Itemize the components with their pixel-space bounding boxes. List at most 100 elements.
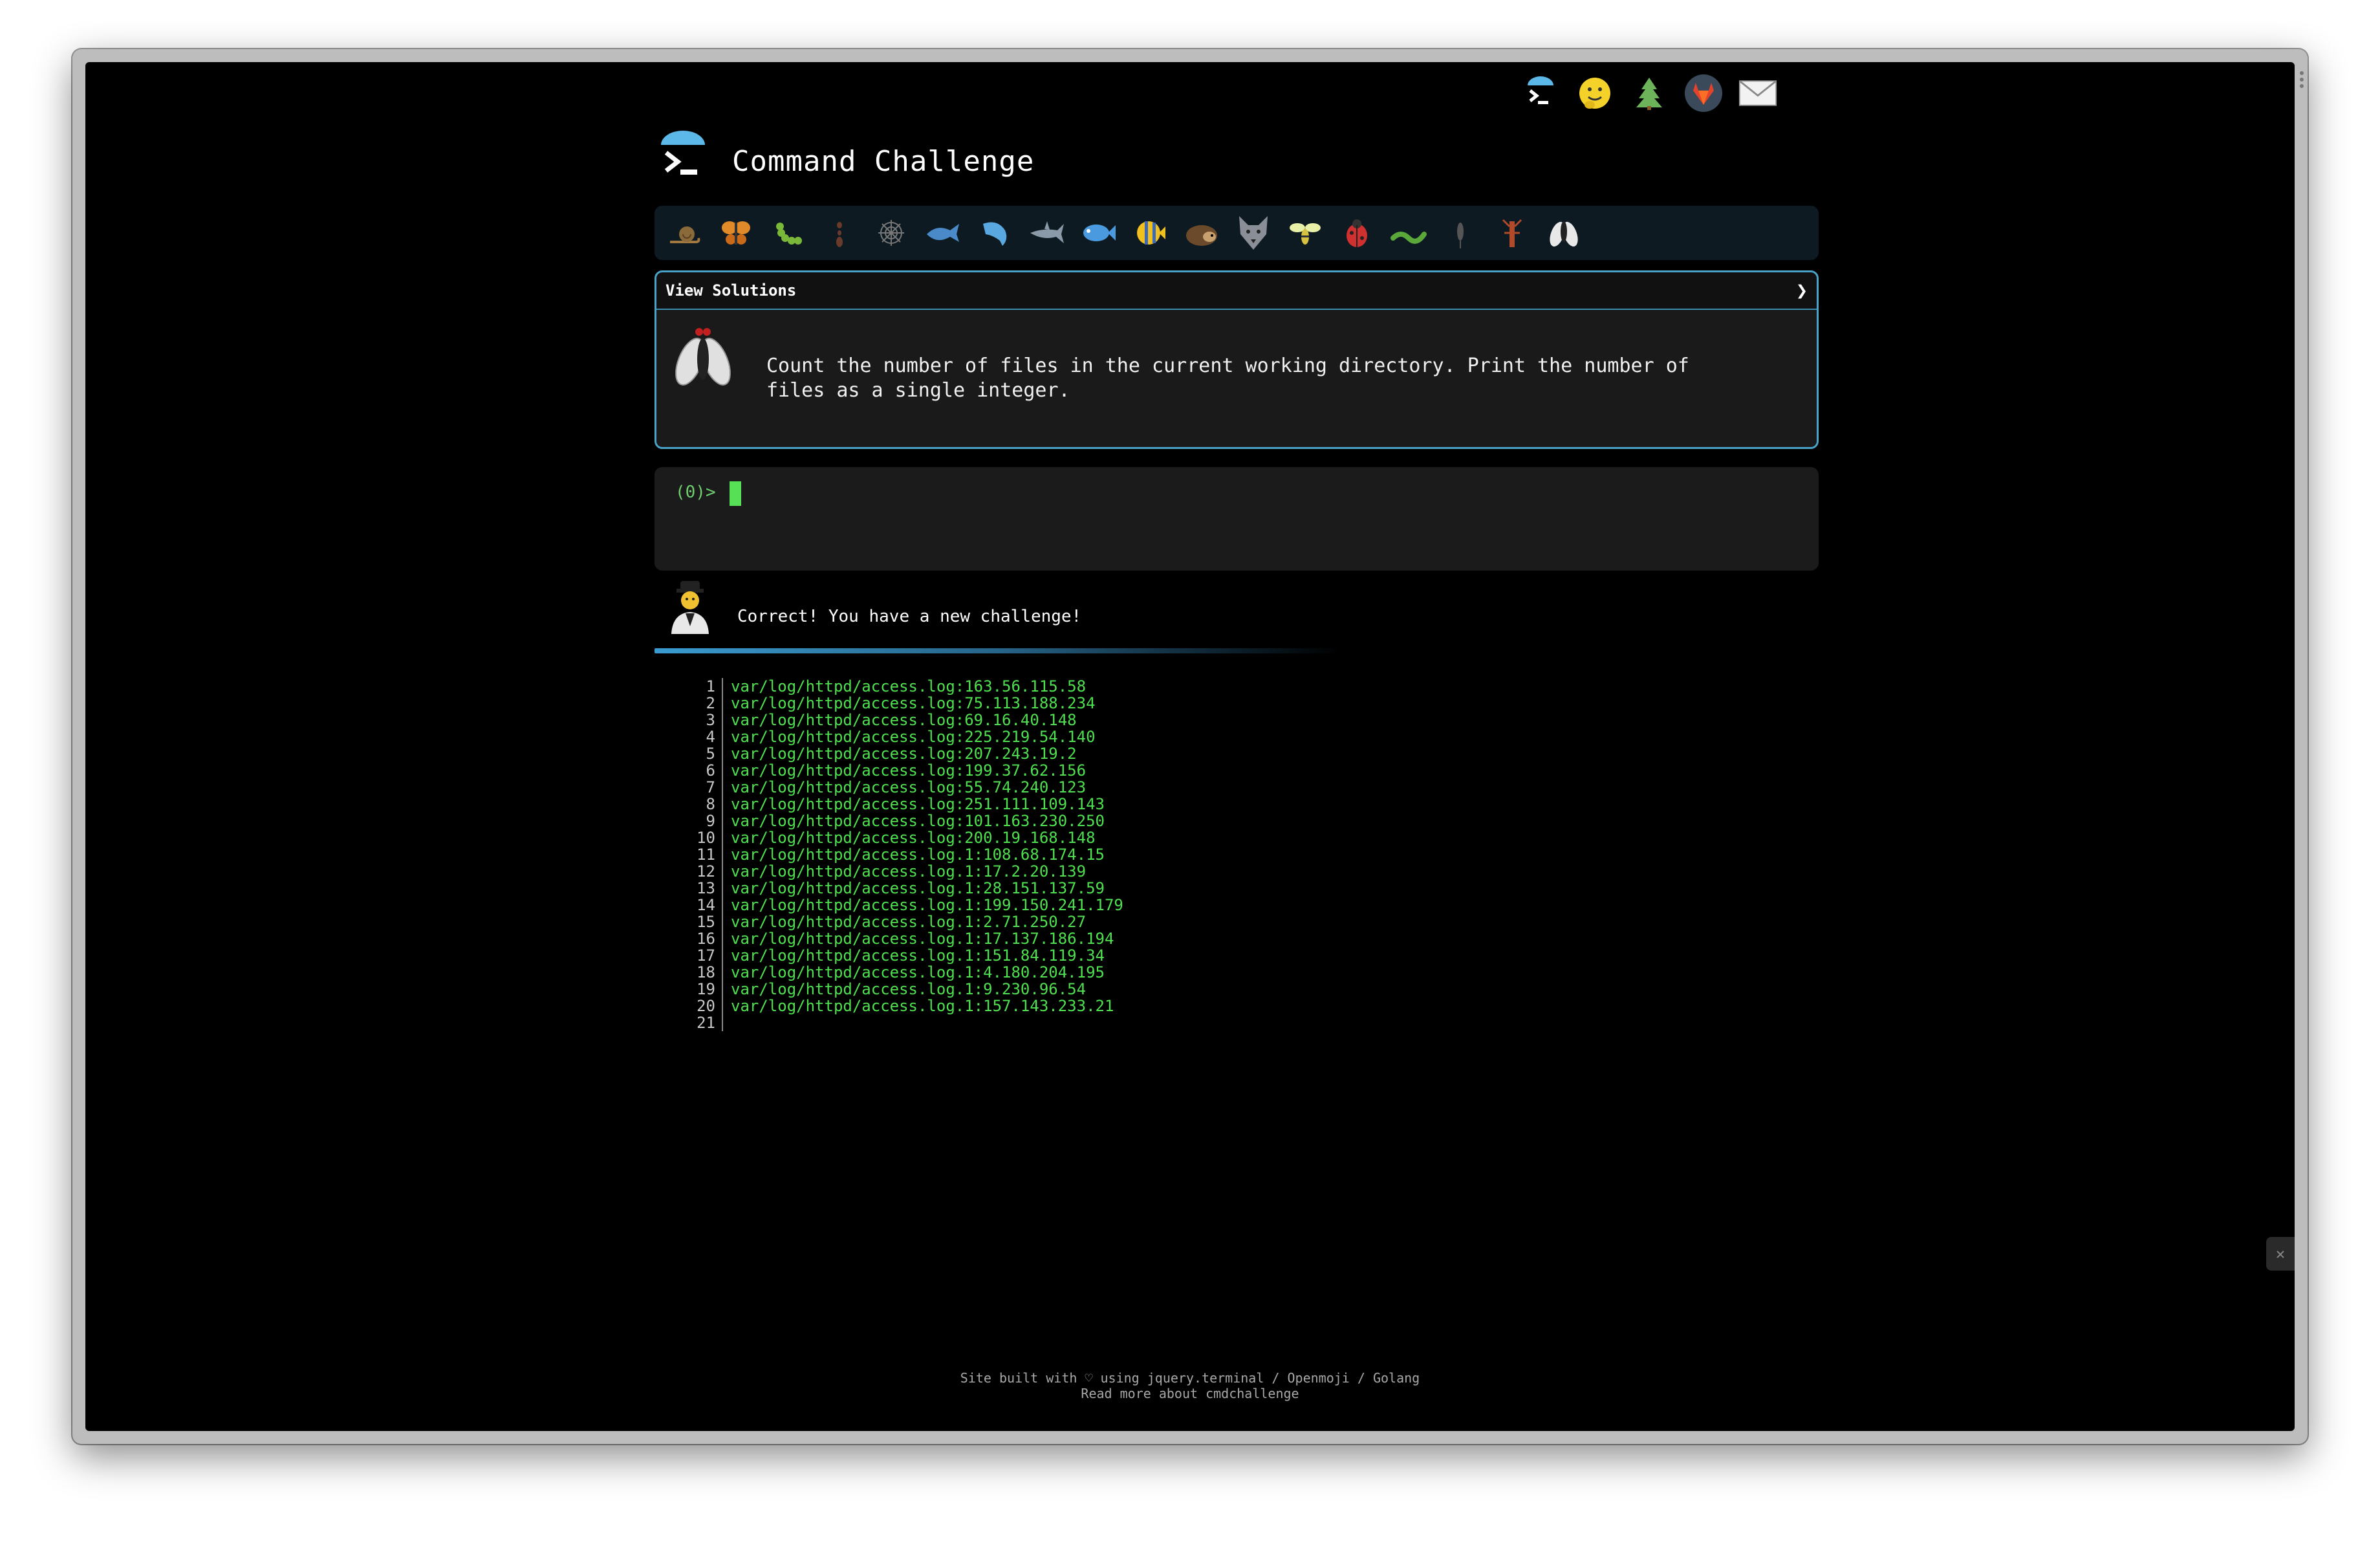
line-number: 4 — [680, 728, 723, 745]
line-text: var/log/httpd/access.log.1:4.180.204.195 — [731, 963, 1105, 981]
challenge-description: Count the number of files in the current… — [766, 355, 1689, 402]
footer: Site built with ♡ using jquery.terminal … — [85, 1370, 2295, 1401]
tropical-fish-icon[interactable] — [1130, 213, 1169, 252]
line-number: 10 — [680, 829, 723, 846]
line-text: var/log/httpd/access.log:69.16.40.148 — [731, 711, 1077, 729]
output-line: 19 var/log/httpd/access.log.1:9.230.96.54 — [680, 981, 1123, 998]
line-number: 21 — [680, 1014, 723, 1031]
side-widget-tab[interactable]: ✕ — [2266, 1237, 2295, 1271]
terminal-cursor — [730, 481, 741, 506]
footer-credits: Site built with ♡ using jquery.terminal … — [960, 1370, 1420, 1386]
line-text: var/log/httpd/access.log.1:108.68.174.15 — [731, 846, 1105, 864]
line-number: 2 — [680, 695, 723, 712]
line-number: 15 — [680, 913, 723, 930]
line-number: 9 — [680, 813, 723, 829]
wolf-icon[interactable] — [1234, 213, 1273, 252]
line-number: 1 — [680, 678, 723, 695]
line-text: var/log/httpd/access.log.1:199.150.241.1… — [731, 896, 1123, 914]
output-line: 4 var/log/httpd/access.log:225.219.54.140 — [680, 728, 1123, 745]
page-title: Command Challenge — [732, 145, 1035, 178]
output-line: 7 var/log/httpd/access.log:55.74.240.123 — [680, 779, 1123, 796]
fish-icon[interactable] — [1079, 213, 1118, 252]
line-text: var/log/httpd/access.log:55.74.240.123 — [731, 778, 1087, 796]
fly-icon[interactable] — [1544, 213, 1583, 252]
output-line: 12 var/log/httpd/access.log.1:17.2.20.139 — [680, 863, 1123, 880]
envelope-icon[interactable] — [1738, 74, 1777, 113]
lady-beetle-icon[interactable] — [1337, 213, 1376, 252]
challenge-panel: View Solutions ❯ Count the number of fil… — [654, 270, 1819, 449]
line-number: 6 — [680, 762, 723, 779]
line-number: 12 — [680, 863, 723, 880]
line-number: 19 — [680, 981, 723, 998]
line-text: var/log/httpd/access.log:207.243.19.2 — [731, 745, 1077, 763]
worm-icon[interactable] — [1389, 213, 1428, 252]
output-line: 16 var/log/httpd/access.log.1:17.137.186.… — [680, 930, 1123, 947]
site-logo-icon[interactable] — [654, 127, 711, 184]
line-text: var/log/httpd/access.log:163.56.115.58 — [731, 677, 1087, 695]
spider-web-icon[interactable] — [872, 213, 911, 252]
line-text: var/log/httpd/access.log.1:17.137.186.19… — [731, 930, 1114, 948]
line-number: 14 — [680, 897, 723, 913]
output-line: 17 var/log/httpd/access.log.1:151.84.119.… — [680, 947, 1123, 964]
footer-read-more-link[interactable]: Read more about cmdchallenge — [85, 1386, 2295, 1401]
output-line: 15 var/log/httpd/access.log.1:2.71.250.27 — [680, 913, 1123, 930]
challenge-body: Count the number of files in the current… — [656, 310, 1817, 448]
hugging-face-icon[interactable] — [1575, 74, 1614, 113]
output-line: 13 var/log/httpd/access.log.1:28.151.137.… — [680, 880, 1123, 897]
gitlab-fox-icon[interactable] — [1684, 74, 1723, 113]
view-solutions-toggle[interactable]: View Solutions ❯ — [656, 272, 1817, 310]
line-number: 18 — [680, 964, 723, 981]
chevron-right-icon[interactable]: ❯ — [1796, 279, 1808, 302]
line-number: 20 — [680, 998, 723, 1014]
line-text: var/log/httpd/access.log:75.113.188.234 — [731, 694, 1096, 712]
output-line: 18 var/log/httpd/access.log.1:4.180.204.1… — [680, 964, 1123, 981]
hedgehog-icon[interactable] — [1182, 213, 1221, 252]
snail-icon[interactable] — [665, 213, 704, 252]
terminal-input[interactable]: (0)> — [654, 467, 1819, 571]
browser-window: Command Challenge View Solutions ❯ Count… — [72, 49, 2308, 1444]
output-line: 8 var/log/httpd/access.log:251.111.109.14… — [680, 796, 1123, 813]
status-message: Correct! You have a new challenge! — [737, 607, 1082, 626]
mosquito-icon[interactable] — [1441, 213, 1480, 252]
judge-avatar-icon — [667, 580, 713, 634]
line-number: 17 — [680, 947, 723, 964]
line-text: var/log/httpd/access.log.1:9.230.96.54 — [731, 980, 1087, 998]
line-number: 11 — [680, 846, 723, 863]
challenge-progress-bar — [654, 206, 1819, 260]
line-text: var/log/httpd/access.log:251.111.109.143 — [731, 795, 1105, 813]
line-text: var/log/httpd/access.log:199.37.62.156 — [731, 761, 1087, 780]
shark-icon[interactable] — [1027, 213, 1066, 252]
line-text: var/log/httpd/access.log.1:157.143.233.2… — [731, 997, 1114, 1015]
line-number: 7 — [680, 779, 723, 796]
output-divider — [654, 648, 1340, 653]
line-text: var/log/httpd/access.log.1:2.71.250.27 — [731, 913, 1087, 931]
bee-icon[interactable] — [1286, 213, 1325, 252]
line-text: var/log/httpd/access.log:200.19.168.148 — [731, 829, 1096, 847]
output-line: 2 var/log/httpd/access.log:75.113.188.234 — [680, 695, 1123, 712]
ant-icon[interactable] — [820, 213, 859, 252]
output-line: 21 — [680, 1014, 1123, 1031]
terminal-logo-icon[interactable] — [1521, 74, 1560, 113]
line-text: var/log/httpd/access.log.1:17.2.20.139 — [731, 862, 1087, 880]
output-line: 14 var/log/httpd/access.log.1:199.150.241… — [680, 897, 1123, 913]
line-text: var/log/httpd/access.log.1:28.151.137.59 — [731, 879, 1105, 897]
page-viewport: Command Challenge View Solutions ❯ Count… — [85, 62, 2295, 1431]
evergreen-tree-icon[interactable] — [1630, 74, 1669, 113]
butterfly-icon[interactable] — [717, 213, 755, 252]
line-number: 16 — [680, 930, 723, 947]
output-line: 1 var/log/httpd/access.log:163.56.115.58 — [680, 678, 1123, 695]
line-number: 8 — [680, 796, 723, 813]
line-text — [723, 1014, 731, 1031]
terminal-prompt: (0)> — [675, 483, 716, 502]
scorpion-icon[interactable] — [1493, 213, 1531, 252]
line-text: var/log/httpd/access.log:225.219.54.140 — [731, 728, 1096, 746]
output-line: 5 var/log/httpd/access.log:207.243.19.2 — [680, 745, 1123, 762]
whale-icon[interactable] — [924, 213, 962, 252]
dolphin-icon[interactable] — [975, 213, 1014, 252]
line-text: var/log/httpd/access.log:101.163.230.250 — [731, 812, 1105, 830]
output-line: 10 var/log/httpd/access.log:200.19.168.14… — [680, 829, 1123, 846]
resize-handle[interactable] — [2299, 69, 2305, 91]
command-output: 1 var/log/httpd/access.log:163.56.115.58 2… — [680, 678, 1123, 1031]
caterpillar-icon[interactable] — [768, 213, 807, 252]
output-line: 3 var/log/httpd/access.log:69.16.40.148 — [680, 712, 1123, 728]
